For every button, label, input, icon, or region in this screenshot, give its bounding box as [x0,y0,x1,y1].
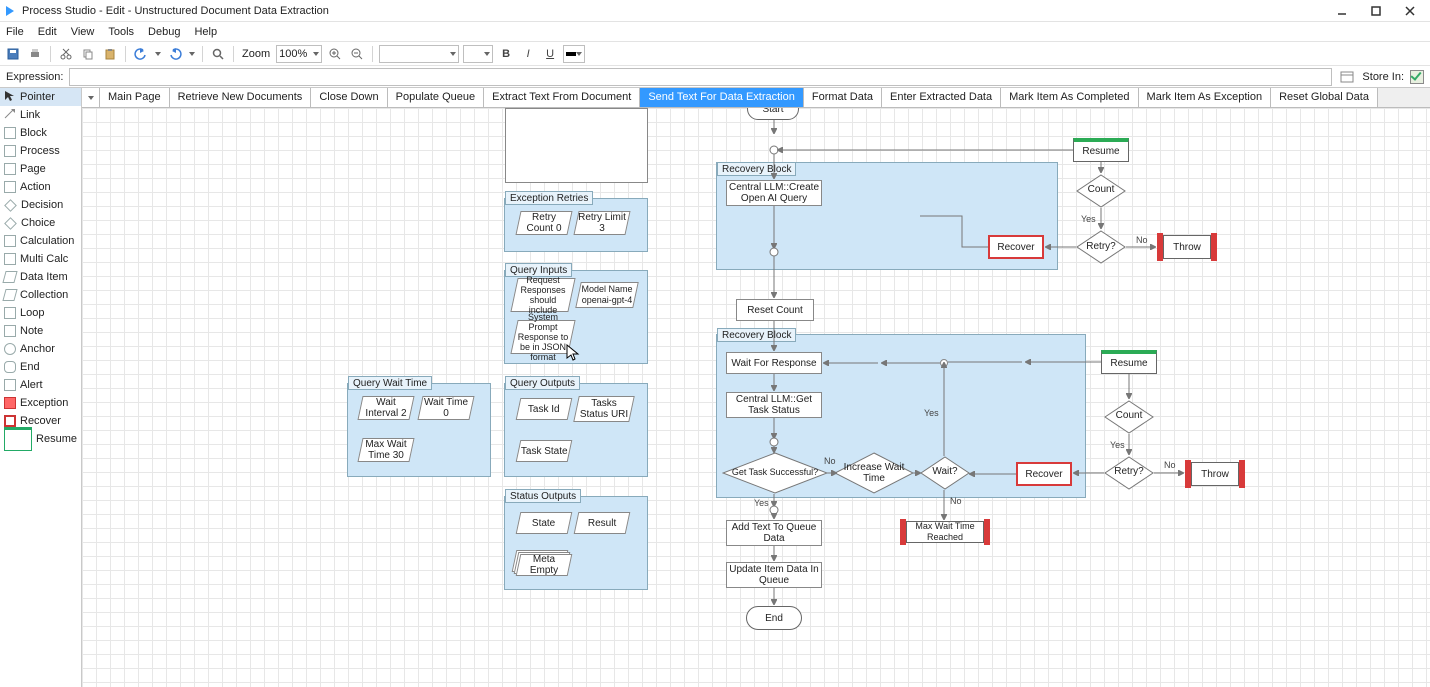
undo-icon[interactable] [132,45,150,63]
tab-reset-global[interactable]: Reset Global Data [1271,88,1378,107]
underline-button[interactable]: U [541,45,559,63]
cut-icon[interactable] [57,45,75,63]
expression-label: Expression: [6,71,63,83]
stencil-loop[interactable]: Loop [0,304,81,322]
stencil-calculation[interactable]: Calculation [0,232,81,250]
label-yes-1: Yes [1081,214,1096,224]
stencil-action[interactable]: Action [0,178,81,196]
menu-help[interactable]: Help [194,26,217,38]
stencil-alert[interactable]: Alert [0,376,81,394]
stencil-choice[interactable]: Choice [0,214,81,232]
label-no-retry2: No [1164,460,1176,470]
menu-edit[interactable]: Edit [38,26,57,38]
close-button[interactable] [1402,3,1418,19]
tab-mark-complete[interactable]: Mark Item As Completed [1001,88,1138,107]
label-no-1: No [1136,235,1148,245]
italic-button[interactable]: I [519,45,537,63]
stencil-decision[interactable]: Decision [0,196,81,214]
font-color-select[interactable] [563,45,585,63]
zoom-select[interactable]: 100% [276,45,322,63]
tab-extract[interactable]: Extract Text From Document [484,88,640,107]
tab-close-down[interactable]: Close Down [311,88,387,107]
redo-icon[interactable] [166,45,184,63]
print-icon[interactable] [26,45,44,63]
diagram-canvas[interactable]: Exception Retries Retry Count 0 Retry Li… [82,108,1430,687]
stencil-collection[interactable]: Collection [0,286,81,304]
undo-dropdown[interactable] [154,45,162,63]
store-in-checkbox[interactable] [1410,70,1424,84]
stencil-exception[interactable]: Exception [0,394,81,412]
tab-retrieve[interactable]: Retrieve New Documents [170,88,312,107]
menu-debug[interactable]: Debug [148,26,180,38]
toolbar-main: Zoom 100% B I U [0,42,1430,66]
stencil-block[interactable]: Block [0,124,81,142]
stencil-end[interactable]: End [0,358,81,376]
label-no-wait: No [950,496,962,506]
stencil-resume[interactable]: Resume [0,430,81,448]
search-icon[interactable] [209,45,227,63]
menu-view[interactable]: View [71,26,95,38]
minimize-button[interactable] [1334,3,1350,19]
tab-send-text[interactable]: Send Text For Data Extraction [640,88,804,107]
tab-populate[interactable]: Populate Queue [388,88,485,107]
stencil-anchor[interactable]: Anchor [0,340,81,358]
menu-file[interactable]: File [6,26,24,38]
stencil-process[interactable]: Process [0,142,81,160]
cursor-icon [566,344,580,362]
expression-button[interactable] [1338,68,1356,86]
label-yes-success: Yes [754,498,769,508]
save-icon[interactable] [4,45,22,63]
stencil-pointer[interactable]: Pointer [0,88,81,106]
store-in-label: Store In: [1362,71,1404,83]
stencil-page[interactable]: Page [0,160,81,178]
expression-input[interactable] [69,68,1332,86]
bold-button[interactable]: B [497,45,515,63]
redo-dropdown[interactable] [188,45,196,63]
font-select[interactable] [379,45,459,63]
tab-strip: Main Page Retrieve New Documents Close D… [82,88,1430,108]
tab-dropdown[interactable] [82,88,100,107]
maximize-button[interactable] [1368,3,1384,19]
label-no-success: No [824,456,836,466]
tab-main-page[interactable]: Main Page [100,88,170,107]
paste-icon[interactable] [101,45,119,63]
tab-enter[interactable]: Enter Extracted Data [882,88,1001,107]
stencil-multicalc[interactable]: Multi Calc [0,250,81,268]
label-yes-retry2: Yes [1110,440,1125,450]
zoom-label: Zoom [240,48,272,60]
menu-tools[interactable]: Tools [108,26,134,38]
zoom-in-icon[interactable] [326,45,344,63]
stencil-dataitem[interactable]: Data Item [0,268,81,286]
app-icon [4,5,16,17]
label-yes-wait: Yes [924,408,939,418]
stencil-link[interactable]: Link [0,106,81,124]
copy-icon[interactable] [79,45,97,63]
font-size-select[interactable] [463,45,493,63]
window-title: Process Studio - Edit - Unstructured Doc… [22,5,329,17]
tab-format[interactable]: Format Data [804,88,882,107]
stencil-note[interactable]: Note [0,322,81,340]
tab-mark-exception[interactable]: Mark Item As Exception [1139,88,1272,107]
menu-bar: File Edit View Tools Debug Help [0,22,1430,42]
zoom-out-icon[interactable] [348,45,366,63]
